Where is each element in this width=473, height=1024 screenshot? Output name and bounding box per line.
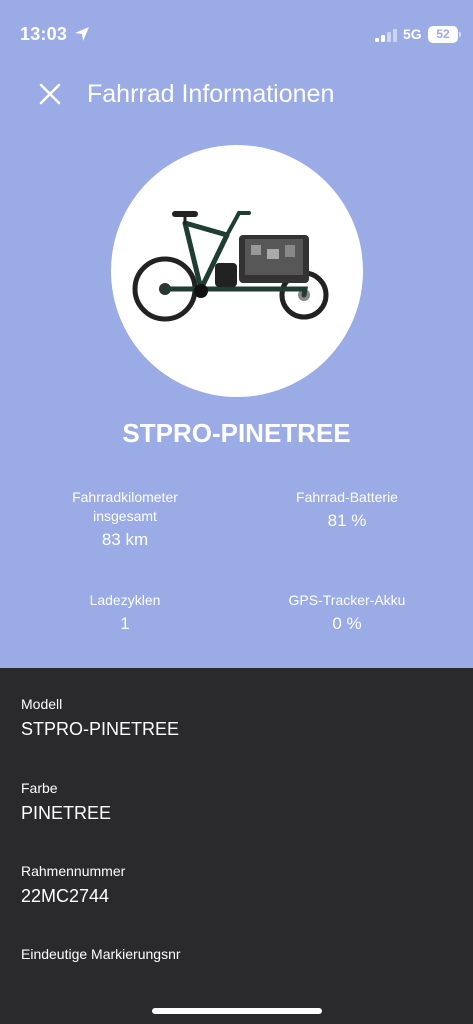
- bike-name: STPRO-PINETREE: [122, 418, 351, 448]
- stat-battery-label: Fahrrad-Batterie: [296, 489, 398, 505]
- bike-image: [111, 145, 363, 397]
- close-icon: [39, 83, 61, 105]
- location-arrow-icon: [75, 27, 89, 41]
- detail-frame-number: Rahmennummer 22MC2744: [21, 861, 125, 909]
- stat-km-label-2: insgesamt: [93, 508, 157, 524]
- stat-km-value: 83 km: [101, 530, 149, 549]
- battery-icon: 52: [428, 26, 461, 43]
- cargo-bike-icon: [132, 211, 329, 322]
- stat-battery-value: 81 %: [327, 511, 367, 530]
- stat-charge-cycles: Ladezyklen 1: [25, 590, 225, 636]
- stat-cycles-label: Ladezyklen: [89, 592, 161, 608]
- model-label: Modell: [21, 696, 63, 712]
- stat-gps-label: GPS-Tracker-Akku: [288, 592, 406, 608]
- frame-value: 22MC2744: [21, 886, 110, 906]
- close-button[interactable]: [34, 78, 66, 110]
- color-value: PINETREE: [21, 803, 112, 823]
- frame-label: Rahmennummer: [21, 863, 126, 879]
- model-value: STPRO-PINETREE: [21, 719, 180, 739]
- signal-icon: [375, 29, 397, 42]
- stat-gps-battery: GPS-Tracker-Akku 0 %: [247, 590, 447, 636]
- network-type: 5G: [403, 26, 422, 42]
- status-time: 13:03: [20, 24, 68, 44]
- stat-km-label-1: Fahrradkilometer: [72, 489, 178, 505]
- detail-model: Modell STPRO-PINETREE: [21, 694, 179, 742]
- detail-color: Farbe PINETREE: [21, 778, 111, 826]
- stat-cycles-value: 1: [120, 614, 130, 633]
- info-header-panel: 13:03 5G 52 Fahrrad Informationen STPRO-…: [0, 0, 473, 668]
- marking-label: Eindeutige Markierungsnr: [21, 946, 181, 962]
- detail-unique-marking: Eindeutige Markierungsnr: [21, 944, 181, 964]
- stat-total-km: Fahrradkilometer insgesamt 83 km: [25, 487, 225, 552]
- home-indicator[interactable]: [152, 1008, 322, 1014]
- stat-bike-battery: Fahrrad-Batterie 81 %: [247, 487, 447, 533]
- battery-level: 52: [436, 27, 450, 41]
- stat-gps-value: 0 %: [332, 614, 362, 633]
- page-title: Fahrrad Informationen: [87, 80, 335, 108]
- color-label: Farbe: [21, 780, 58, 796]
